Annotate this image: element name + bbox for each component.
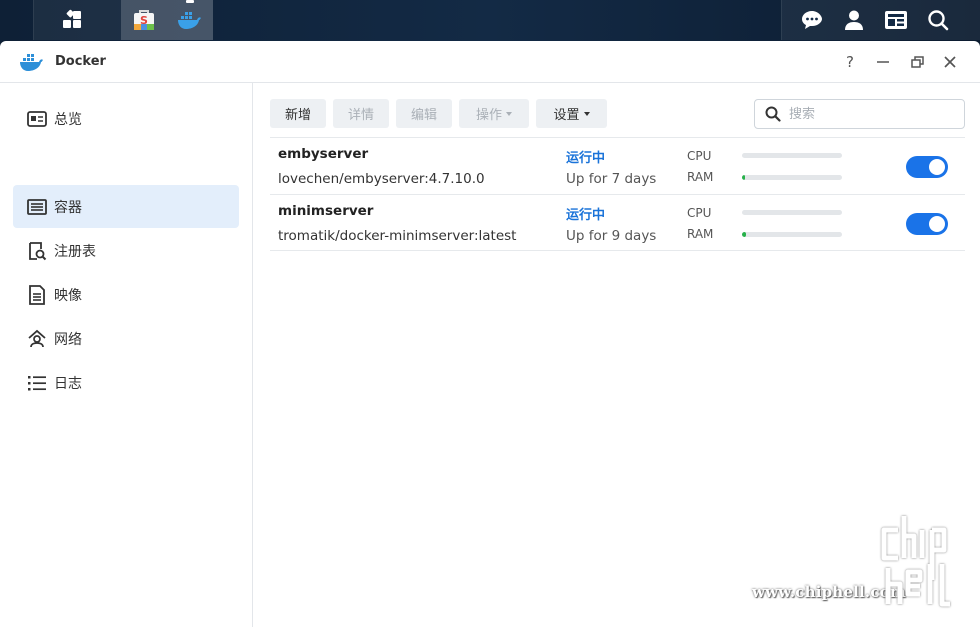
sidebar-item-label: 日志 bbox=[54, 376, 82, 392]
new-button[interactable]: 新增 bbox=[270, 99, 326, 128]
settings-label: 设置 bbox=[553, 108, 580, 123]
active-app-indicator bbox=[186, 0, 194, 3]
package-center-button[interactable]: S bbox=[121, 0, 167, 40]
cpu-label: CPU bbox=[687, 149, 712, 163]
docker-icon bbox=[20, 54, 43, 71]
ram-label: RAM bbox=[687, 227, 714, 241]
search-box[interactable] bbox=[754, 99, 965, 129]
toggle-knob bbox=[929, 216, 945, 232]
registry-icon bbox=[27, 241, 47, 261]
package-center-icon: S bbox=[134, 10, 154, 30]
docker-icon bbox=[178, 12, 201, 29]
settings-dropdown[interactable]: 设置 bbox=[536, 99, 607, 128]
overview-icon bbox=[27, 109, 47, 129]
ram-usage-fill bbox=[742, 232, 746, 237]
user-button[interactable] bbox=[831, 0, 877, 40]
sidebar-item-registry[interactable]: 注册表 bbox=[13, 229, 239, 272]
container-toggle[interactable] bbox=[906, 213, 948, 235]
main-menu-button[interactable] bbox=[49, 0, 95, 40]
taskbar-app-group: S bbox=[33, 0, 213, 40]
user-icon bbox=[845, 10, 863, 30]
edit-button[interactable]: 编辑 bbox=[396, 99, 452, 128]
cpu-usage-bar bbox=[742, 210, 842, 215]
search-icon bbox=[928, 10, 949, 31]
widgets-icon bbox=[885, 11, 907, 29]
action-dropdown[interactable]: 操作 bbox=[459, 99, 529, 128]
search-input[interactable] bbox=[789, 105, 959, 123]
details-button[interactable]: 详情 bbox=[333, 99, 389, 128]
grid-icon bbox=[63, 9, 81, 28]
ram-label: RAM bbox=[687, 170, 714, 184]
restore-button[interactable] bbox=[906, 51, 928, 73]
uptime-text: Up for 9 days bbox=[566, 228, 657, 244]
minimize-button[interactable] bbox=[872, 51, 894, 73]
docker-window: Docker ? 总览 容器 注册表 映像 网络 日志 新增 详情 编辑 操作 … bbox=[0, 41, 980, 627]
container-image: tromatik/docker-minimserver:latest bbox=[278, 228, 517, 244]
sidebar-item-label: 映像 bbox=[54, 288, 82, 304]
svg-text:S: S bbox=[140, 14, 148, 27]
ram-usage-fill bbox=[742, 175, 745, 180]
container-image: lovechen/embyserver:4.7.10.0 bbox=[278, 171, 485, 187]
cpu-usage-bar bbox=[742, 153, 842, 158]
container-toggle[interactable] bbox=[906, 156, 948, 178]
chevron-down-icon bbox=[506, 111, 512, 116]
cpu-label: CPU bbox=[687, 206, 712, 220]
docker-taskbar-button[interactable] bbox=[167, 0, 213, 40]
taskbar-search-button[interactable] bbox=[915, 0, 961, 40]
search-icon bbox=[765, 106, 781, 122]
sidebar-item-image[interactable]: 映像 bbox=[13, 273, 239, 316]
status-text: 运行中 bbox=[566, 208, 606, 223]
close-button[interactable] bbox=[939, 51, 961, 73]
window-titlebar[interactable]: Docker ? bbox=[0, 41, 980, 83]
table-row[interactable]: embyserver lovechen/embyserver:4.7.10.0 … bbox=[270, 137, 965, 194]
sidebar-item-label: 注册表 bbox=[54, 244, 96, 260]
container-name: embyserver bbox=[278, 146, 369, 162]
image-icon bbox=[27, 285, 47, 305]
widgets-button[interactable] bbox=[873, 0, 919, 40]
table-row[interactable]: minimserver tromatik/docker-minimserver:… bbox=[270, 194, 965, 251]
chevron-down-icon bbox=[583, 111, 590, 116]
window-title: Docker bbox=[55, 54, 106, 69]
container-icon bbox=[27, 197, 47, 217]
restore-icon bbox=[910, 56, 924, 68]
sidebar: 总览 容器 注册表 映像 网络 日志 bbox=[0, 83, 253, 627]
chat-button[interactable] bbox=[789, 0, 835, 40]
ram-usage-bar bbox=[742, 232, 842, 237]
taskbar-tray bbox=[781, 0, 980, 40]
sidebar-item-label: 容器 bbox=[54, 200, 82, 216]
sidebar-item-overview[interactable]: 总览 bbox=[13, 97, 239, 140]
sidebar-item-label: 总览 bbox=[54, 112, 82, 128]
sidebar-item-network[interactable]: 网络 bbox=[13, 317, 239, 360]
help-icon: ? bbox=[846, 53, 854, 71]
chiphell-logo-icon bbox=[881, 516, 950, 607]
ram-usage-bar bbox=[742, 175, 842, 180]
log-icon bbox=[27, 373, 47, 393]
network-icon bbox=[27, 329, 47, 349]
sidebar-item-label: 网络 bbox=[54, 332, 82, 348]
help-button[interactable]: ? bbox=[839, 51, 861, 73]
uptime-text: Up for 7 days bbox=[566, 171, 657, 187]
close-icon bbox=[944, 56, 956, 68]
toggle-knob bbox=[929, 159, 945, 175]
minimize-icon bbox=[877, 61, 889, 63]
taskbar: S bbox=[0, 0, 980, 42]
chat-icon bbox=[802, 11, 822, 29]
status-text: 运行中 bbox=[566, 151, 606, 166]
sidebar-item-log[interactable]: 日志 bbox=[13, 361, 239, 404]
container-name: minimserver bbox=[278, 203, 374, 219]
sidebar-item-container[interactable]: 容器 bbox=[13, 185, 239, 228]
action-label: 操作 bbox=[475, 108, 502, 123]
